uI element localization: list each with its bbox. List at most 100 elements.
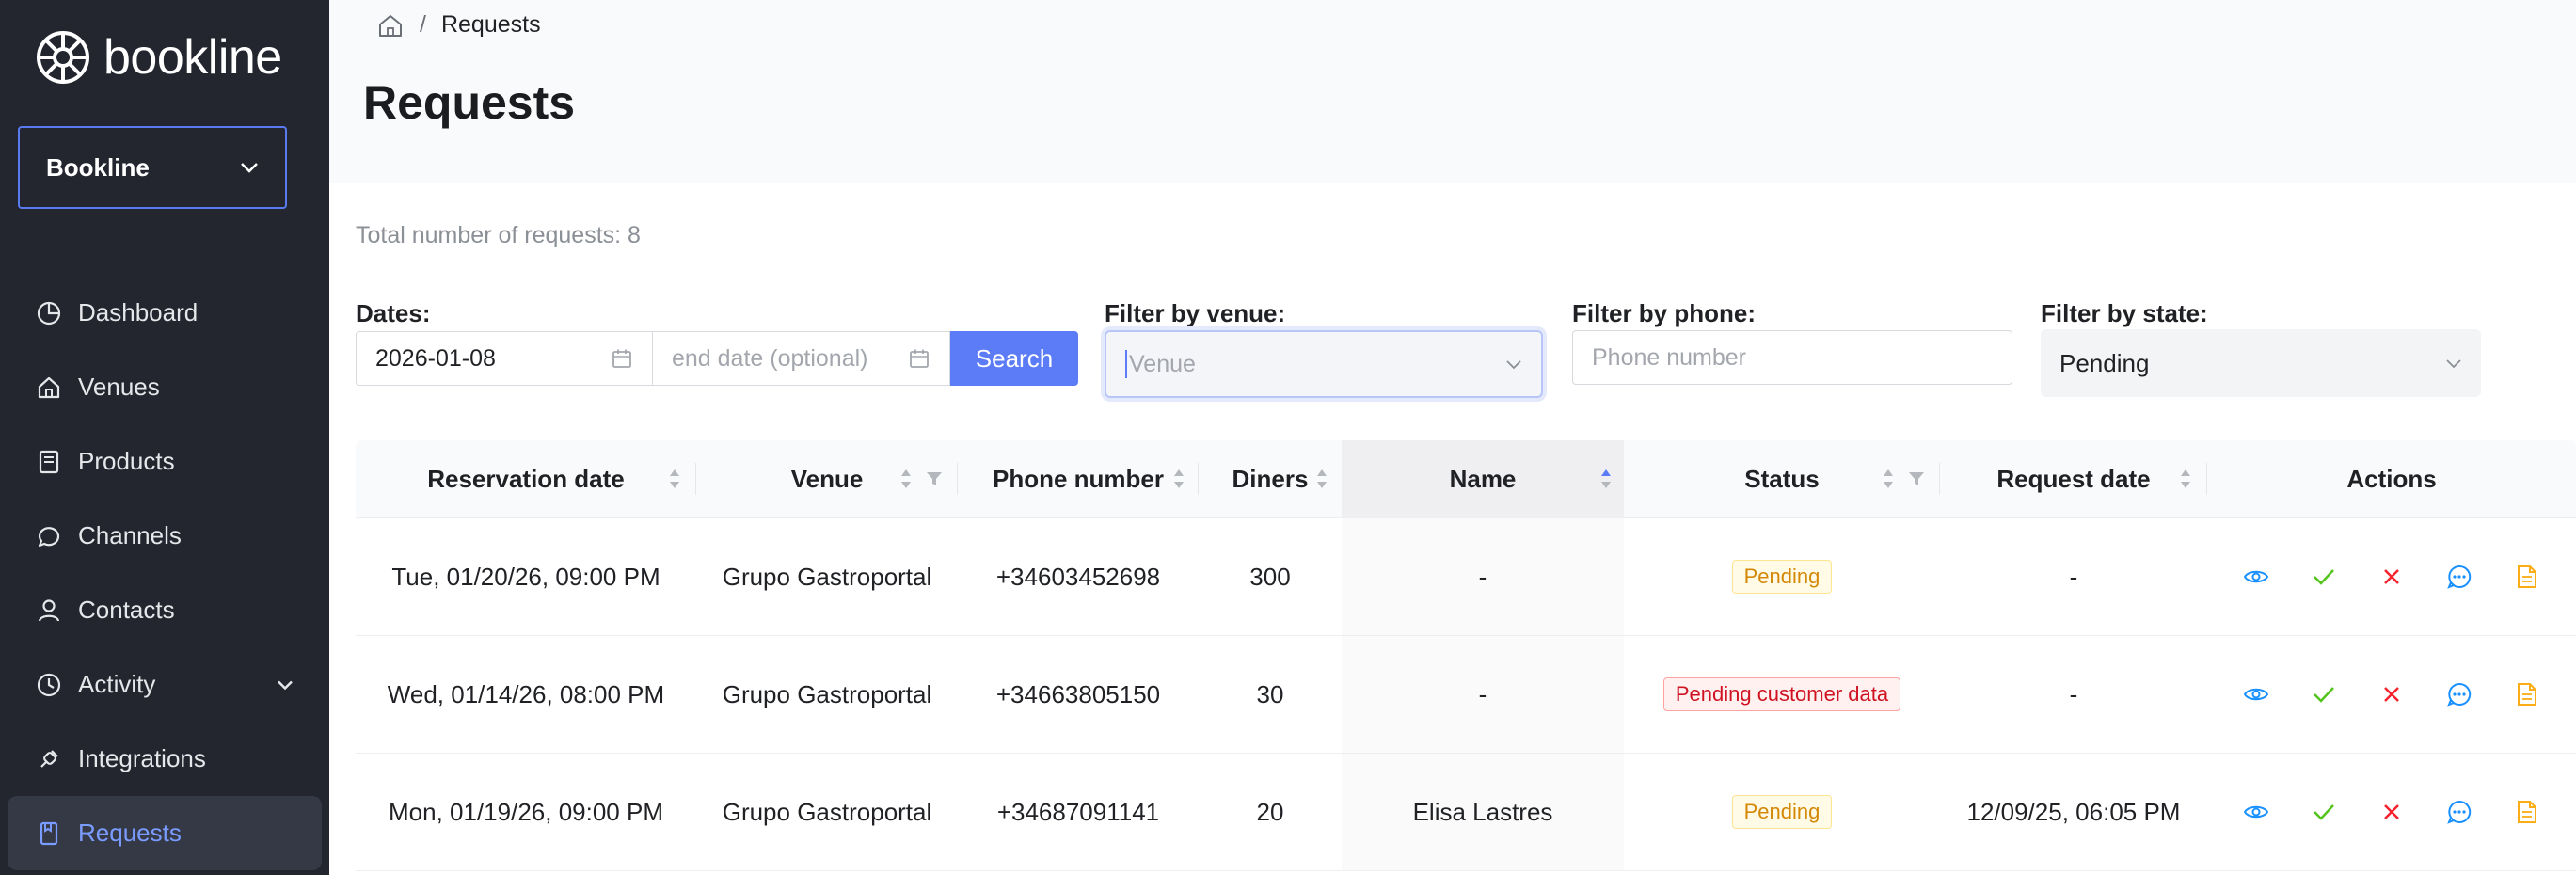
- state-filter-label: Filter by state:: [2041, 299, 2208, 327]
- details-button[interactable]: [2512, 562, 2542, 592]
- request-date-cell: 12/09/25, 06:05 PM: [1966, 797, 2181, 826]
- view-button[interactable]: [2241, 679, 2271, 709]
- sort-icon[interactable]: [1172, 468, 1185, 490]
- dates-label: Dates:: [356, 299, 431, 327]
- column-venue[interactable]: Venue: [696, 440, 958, 517]
- end-date-input[interactable]: end date (optional): [653, 331, 950, 386]
- column-label: Diners: [1232, 464, 1309, 493]
- reservation-date-cell: Mon, 01/19/26, 09:00 PM: [389, 797, 663, 826]
- reject-button[interactable]: [2377, 679, 2407, 709]
- pie-chart-icon: [37, 301, 61, 325]
- view-button[interactable]: [2241, 562, 2271, 592]
- table-row[interactable]: Wed, 01/14/26, 08:00 PM Grupo Gastroport…: [356, 636, 2576, 754]
- phone-input[interactable]: Phone number: [1572, 330, 2012, 385]
- sidebar-item-contacts[interactable]: Contacts: [0, 573, 329, 647]
- file-text-icon: [2518, 565, 2536, 588]
- message-button[interactable]: [2444, 679, 2474, 709]
- message-button[interactable]: [2444, 797, 2474, 827]
- sidebar-item-label: Activity: [78, 670, 156, 698]
- view-button[interactable]: [2241, 797, 2271, 827]
- diners-cell: 300: [1249, 562, 1291, 591]
- check-icon: [2314, 804, 2334, 820]
- sidebar-item-label: Products: [78, 447, 175, 475]
- end-date-placeholder: end date (optional): [672, 344, 868, 372]
- filter-icon[interactable]: [926, 470, 943, 487]
- reservation-date-cell: Tue, 01/20/26, 09:00 PM: [391, 562, 660, 591]
- sidebar-item-label: Requests: [78, 819, 182, 847]
- sidebar-item-label: Contacts: [78, 596, 175, 624]
- column-label: Status: [1744, 464, 1820, 493]
- calendar-icon: [612, 349, 631, 368]
- accept-button[interactable]: [2309, 562, 2339, 592]
- accept-button[interactable]: [2309, 797, 2339, 827]
- sidebar: bookline Bookline Dashboard Venues Produ…: [0, 0, 329, 875]
- request-date-cell: -: [2069, 679, 2078, 708]
- file-text-icon: [2518, 683, 2536, 706]
- column-reservation-date[interactable]: Reservation date: [356, 440, 696, 517]
- status-cell: Pending: [1624, 754, 1940, 870]
- venue-cell: Grupo Gastroportal: [722, 679, 932, 708]
- sidebar-item-products[interactable]: Products: [0, 424, 329, 499]
- message-button[interactable]: [2444, 562, 2474, 592]
- venue-filter-label: Filter by venue:: [1105, 299, 1286, 327]
- sort-ascending-icon[interactable]: [1599, 468, 1613, 490]
- sidebar-item-channels[interactable]: Channels: [0, 499, 329, 573]
- phone-filter-label: Filter by phone:: [1572, 299, 1756, 327]
- column-request-date[interactable]: Request date: [1940, 440, 2207, 517]
- sort-icon[interactable]: [1315, 468, 1328, 490]
- actions-cell: [2207, 754, 2576, 870]
- sort-icon[interactable]: [1882, 468, 1895, 490]
- sort-icon[interactable]: [2179, 468, 2192, 490]
- column-name[interactable]: Name: [1342, 440, 1624, 517]
- accept-button[interactable]: [2309, 679, 2339, 709]
- close-icon: [2384, 569, 2399, 584]
- sidebar-item-dashboard[interactable]: Dashboard: [0, 276, 329, 350]
- filter-icon[interactable]: [1908, 470, 1925, 487]
- home-icon[interactable]: [376, 12, 405, 39]
- workspace-name: Bookline: [46, 152, 150, 182]
- venue-select[interactable]: Venue: [1105, 330, 1543, 398]
- main-content: / Requests Requests Total number of requ…: [329, 0, 2576, 875]
- name-cell: Elisa Lastres: [1342, 754, 1624, 870]
- breadcrumb: / Requests: [376, 11, 541, 39]
- sidebar-item-integrations[interactable]: Integrations: [0, 722, 329, 796]
- column-diners[interactable]: Diners: [1199, 440, 1342, 517]
- actions-cell: [2207, 518, 2576, 635]
- sort-icon[interactable]: [899, 468, 913, 490]
- reject-button[interactable]: [2377, 797, 2407, 827]
- name-cell: -: [1342, 636, 1624, 753]
- close-icon: [2384, 687, 2399, 702]
- sidebar-item-venues[interactable]: Venues: [0, 350, 329, 424]
- actions-cell: [2207, 636, 2576, 753]
- date-range-filter: 2026-01-08 end date (optional) Search: [356, 331, 1078, 386]
- venue-cell: Grupo Gastroportal: [722, 797, 932, 826]
- chat-icon: [38, 526, 60, 547]
- brand-logo[interactable]: bookline: [36, 28, 282, 87]
- reservation-date-cell: Wed, 01/14/26, 08:00 PM: [387, 679, 665, 708]
- page-title: Requests: [363, 76, 576, 129]
- sidebar-item-activity[interactable]: Activity: [0, 647, 329, 722]
- start-date-input[interactable]: 2026-01-08: [356, 331, 653, 386]
- plug-icon: [40, 749, 58, 768]
- workspace-selector[interactable]: Bookline: [18, 126, 287, 209]
- state-select[interactable]: Pending: [2041, 329, 2481, 397]
- sidebar-item-label: Venues: [78, 373, 160, 401]
- message-icon: [2447, 565, 2472, 589]
- text-cursor: [1125, 350, 1127, 378]
- diners-cell: 30: [1256, 679, 1284, 708]
- sort-icon[interactable]: [668, 468, 681, 490]
- sidebar-item-requests[interactable]: Requests: [8, 796, 322, 870]
- venue-placeholder: Venue: [1129, 350, 1196, 377]
- search-button[interactable]: Search: [950, 331, 1078, 386]
- table-row[interactable]: Mon, 01/19/26, 09:00 PM Grupo Gastroport…: [356, 754, 2576, 871]
- table-row[interactable]: Tue, 01/20/26, 09:00 PM Grupo Gastroport…: [356, 518, 2576, 636]
- chevron-down-icon: [278, 680, 293, 690]
- details-button[interactable]: [2512, 797, 2542, 827]
- eye-icon: [2244, 805, 2268, 819]
- column-phone-number[interactable]: Phone number: [958, 440, 1199, 517]
- close-icon: [2384, 804, 2399, 819]
- page-header: / Requests Requests: [329, 0, 2576, 183]
- details-button[interactable]: [2512, 679, 2542, 709]
- reject-button[interactable]: [2377, 562, 2407, 592]
- column-status[interactable]: Status: [1624, 440, 1940, 517]
